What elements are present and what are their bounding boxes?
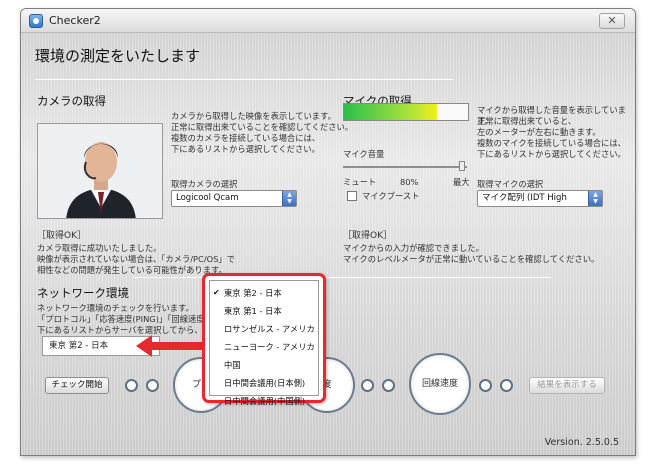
- show-result-button[interactable]: 結果を表示する: [529, 377, 605, 394]
- window-title: Checker2: [49, 14, 101, 27]
- mic-desc-2: 正常に取得出来ていると、: [477, 116, 577, 126]
- camera-status-3: 相性などの問題が発生している可能性があります。: [37, 265, 227, 275]
- mic-desc-3: 左のメーターが左右に動きます。: [477, 127, 601, 137]
- speed-circle-label: 回線速度: [421, 379, 458, 389]
- person-photo-icon: [38, 124, 162, 218]
- mic-status-title: ［取得OK］: [343, 231, 392, 241]
- checkmark-icon: ✔: [213, 288, 220, 297]
- camera-desc-4: 下にあるリストから選択してください。: [171, 144, 320, 154]
- app-icon: [29, 14, 43, 28]
- mic-level-meter: [343, 103, 469, 121]
- dropdown-item[interactable]: 中国: [210, 356, 318, 374]
- mute-label: ミュート: [343, 177, 377, 187]
- updown-icon[interactable]: ▲ ▼: [588, 191, 602, 206]
- mic-desc-5: 下にあるリストから選択してください。: [477, 149, 626, 159]
- server-select-value: 東京 第2 - 日本: [49, 341, 109, 351]
- mic-boost-label: マイクブースト: [362, 191, 420, 201]
- close-icon[interactable]: ✕: [607, 14, 616, 27]
- progress-dot: [479, 379, 492, 392]
- camera-status-1: カメラ取得に成功いたしました。: [37, 243, 162, 253]
- updown-icon[interactable]: ▲ ▼: [282, 191, 296, 206]
- mic-desc-4: 複数のマイクを接続している場合には、: [477, 138, 626, 148]
- mic-level-fill: [344, 104, 437, 120]
- mic-select-label: 取得マイクの選択: [477, 179, 544, 189]
- camera-status-title: ［取得OK］: [37, 231, 86, 241]
- page-title: 環境の測定をいたします: [35, 47, 201, 65]
- server-dropdown-list: ✔ 東京 第2 - 日本 東京 第1 - 日本 ロサンゼルス - アメリカ ニュー…: [209, 280, 319, 406]
- mic-volume-label: マイク音量: [343, 149, 385, 159]
- mic-volume-thumb[interactable]: [459, 161, 466, 171]
- camera-select[interactable]: Logicool Qcam ▲ ▼: [171, 190, 297, 207]
- dropdown-item[interactable]: ✔ 東京 第2 - 日本: [210, 284, 318, 302]
- camera-select-value: Logicool Qcam: [176, 193, 239, 203]
- mic-boost-checkbox[interactable]: [347, 191, 357, 201]
- check-start-button[interactable]: チェック開始: [45, 377, 109, 394]
- camera-desc-3: 複数のカメラを接続している場合には、: [171, 133, 321, 143]
- client-area: 環境の測定をいたします カメラの取得 カメラから取得した映像を表示しています。 …: [21, 33, 635, 455]
- progress-dot: [361, 379, 374, 392]
- dropdown-item[interactable]: 日中間会議用(中国側): [210, 392, 318, 410]
- progress-dot: [382, 379, 395, 392]
- version-label: Version. 2.5.0.5: [544, 437, 619, 448]
- title-divider: [35, 79, 453, 80]
- speed-circle: 回線速度: [409, 353, 471, 415]
- network-desc-1: ネットワーク環境のチェックを行います。: [37, 303, 194, 313]
- close-button[interactable]: ✕: [599, 13, 625, 29]
- mic-volume-value: 80%: [400, 177, 419, 187]
- app-window: Checker2 ✕ 環境の測定をいたします カメラの取得 カメラから取得した映…: [20, 8, 636, 456]
- camera-desc-1: カメラから取得した映像を表示しています。: [171, 111, 336, 121]
- mic-status-2: マイクのレベルメータが正常に動いていることを確認してください。: [343, 254, 600, 264]
- progress-dot: [125, 379, 138, 392]
- camera-select-label: 取得カメラの選択: [171, 179, 238, 189]
- network-desc-2: 「プロトコル」「応答速度(PING)」「回線速度」の3: [37, 314, 227, 324]
- mic-volume-slider[interactable]: [343, 166, 467, 168]
- section-divider: [133, 277, 551, 278]
- red-arrow-icon: [136, 335, 208, 357]
- camera-status-2: 映像が表示されていない場合は、「カメラ/PC/OS」で: [37, 254, 236, 264]
- mic-status-1: マイクからの入力が確認できました。: [343, 243, 484, 253]
- dropdown-item[interactable]: 東京 第1 - 日本: [210, 302, 318, 320]
- camera-section-title: カメラの取得: [37, 94, 106, 108]
- dropdown-item[interactable]: ニューヨーク - アメリカ: [210, 338, 318, 356]
- mic-select[interactable]: マイク配列 (IDT High ▲ ▼: [477, 190, 603, 207]
- progress-dot: [500, 379, 513, 392]
- dropdown-item[interactable]: ロサンゼルス - アメリカ: [210, 320, 318, 338]
- progress-dot: [146, 379, 159, 392]
- max-label: 最大: [453, 177, 470, 187]
- camera-desc-2: 正常に取得出来ていることを確認してください。: [171, 122, 354, 132]
- mic-select-value: マイク配列 (IDT High: [482, 193, 567, 203]
- camera-preview: [37, 123, 163, 219]
- network-section-title: ネットワーク環境: [37, 286, 129, 300]
- dropdown-item[interactable]: 日中間会議用(日本側): [210, 374, 318, 392]
- title-bar: Checker2 ✕: [21, 9, 635, 33]
- server-dropdown-highlight: ✔ 東京 第2 - 日本 東京 第1 - 日本 ロサンゼルス - アメリカ ニュー…: [202, 273, 326, 406]
